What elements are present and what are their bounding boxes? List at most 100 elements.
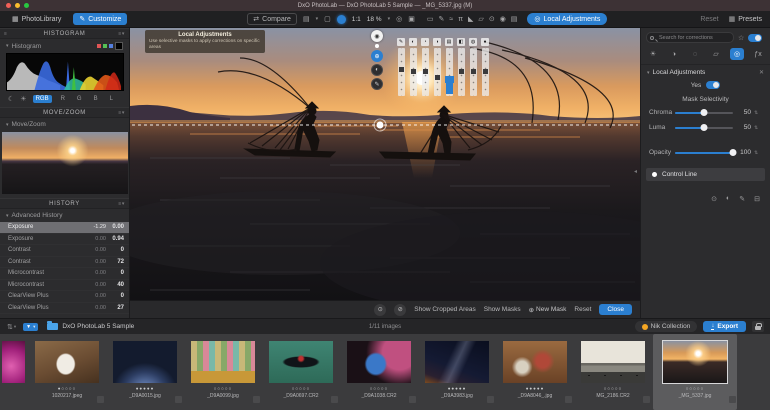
local-adjustments-toggle[interactable] bbox=[706, 81, 721, 89]
star-rating[interactable]: ○○○○○ bbox=[604, 386, 623, 392]
equalizer-slider[interactable]: ◧ bbox=[457, 38, 465, 96]
black-swatch-icon[interactable] bbox=[115, 42, 123, 50]
thumbnail-image[interactable] bbox=[347, 341, 411, 383]
histogram-palette-title[interactable]: ▾ Histogram bbox=[0, 39, 129, 52]
equalizer-slider[interactable]: ◑ bbox=[433, 38, 441, 96]
movezoom-panel-header[interactable]: MOVE/ZOOM ≡▾ bbox=[0, 107, 129, 118]
navigator-thumbnail[interactable] bbox=[2, 132, 128, 194]
corrections-toggle[interactable] bbox=[748, 33, 763, 42]
search-input[interactable] bbox=[659, 33, 731, 42]
star-rating[interactable]: ●●●●● bbox=[136, 386, 155, 392]
channel-button[interactable]: RGB bbox=[32, 95, 52, 103]
tab-customize[interactable]: ✎ Customize bbox=[73, 13, 128, 25]
history-row[interactable]: Microcontrast 0.00 40 bbox=[0, 280, 129, 291]
nik-collection-button[interactable]: Nik Collection bbox=[634, 321, 698, 332]
eye-off-icon[interactable]: ⊘ bbox=[394, 303, 407, 316]
thumbnail-image[interactable] bbox=[35, 341, 99, 383]
eye-icon[interactable]: ⊙ bbox=[374, 303, 387, 316]
filmstrip-thumbnail[interactable]: ○○○○○ _MG_5337.jpg bbox=[653, 334, 737, 410]
thumbnail-image[interactable] bbox=[662, 340, 728, 384]
zoom-value[interactable]: 18 % bbox=[367, 16, 382, 23]
mask-action-icon[interactable]: ✎ bbox=[739, 195, 745, 203]
tool-icon[interactable]: ▱ bbox=[478, 15, 483, 23]
slider-track[interactable] bbox=[397, 48, 405, 96]
equalizer-slider[interactable]: ◐ bbox=[409, 38, 417, 96]
collapse-left-icon[interactable]: ≡ bbox=[4, 31, 8, 37]
favorites-icon[interactable]: ☆ bbox=[738, 34, 744, 42]
thumbnail-image[interactable] bbox=[425, 341, 489, 383]
show-masks-button[interactable]: Show Masks bbox=[484, 306, 521, 313]
thumbnail-image[interactable] bbox=[2, 341, 25, 383]
palette-tab[interactable]: ƒx bbox=[751, 48, 765, 60]
thumbnail-image[interactable] bbox=[113, 341, 177, 383]
tool-icon[interactable]: ◣ bbox=[468, 15, 473, 23]
star-rating[interactable]: ○○○○○ bbox=[686, 386, 705, 392]
star-rating[interactable]: ●●●●● bbox=[448, 386, 467, 392]
history-row[interactable]: Microcontrast 0.00 0 bbox=[0, 268, 129, 280]
history-row[interactable]: Exposure 0.00 0.94 bbox=[0, 234, 129, 245]
filmstrip-thumbnail[interactable]: ○○○○○ _D9A0099.jpg bbox=[185, 334, 261, 410]
reset-button[interactable]: Reset bbox=[700, 16, 718, 23]
slider-handle[interactable] bbox=[410, 69, 416, 75]
mask-action-icon[interactable]: ⊟ bbox=[754, 195, 760, 203]
filmstrip-thumbnail[interactable]: ●●●●● _D9A0015.jpg bbox=[107, 334, 183, 410]
channel-button[interactable]: B bbox=[91, 95, 101, 103]
slider-reset-icon[interactable]: ⇅ bbox=[754, 110, 758, 116]
channel-button[interactable]: R bbox=[58, 95, 68, 103]
history-row[interactable]: Contrast 0.00 72 bbox=[0, 257, 129, 268]
slider-handle[interactable] bbox=[422, 69, 428, 75]
equalizer-slider[interactable]: ▤ bbox=[444, 38, 454, 96]
filmstrip-thumbnail[interactable]: ○○○○○ MG_2186.CR2 bbox=[575, 334, 651, 410]
target-icon[interactable]: ◎ bbox=[396, 15, 402, 23]
control-line-mask-item[interactable]: Control Line bbox=[646, 168, 765, 181]
local-adjustments-button[interactable]: ◎ Local Adjustments bbox=[527, 13, 608, 25]
palette-tab[interactable]: ◑ bbox=[667, 48, 681, 60]
view-mode-icon[interactable]: ▤ bbox=[303, 15, 310, 23]
zoom-caret-icon[interactable]: ▾ bbox=[388, 16, 391, 22]
lock-icon[interactable] bbox=[752, 321, 764, 332]
palette-tab[interactable]: ☀ bbox=[646, 48, 660, 60]
panel-menu-icon[interactable]: ≡▾ bbox=[118, 201, 125, 207]
slider-track[interactable] bbox=[675, 109, 733, 116]
green-swatch-icon[interactable] bbox=[103, 44, 107, 48]
slider-track[interactable] bbox=[675, 149, 737, 156]
thumbnail-image[interactable] bbox=[581, 341, 645, 383]
thumbnail-image[interactable] bbox=[503, 341, 567, 383]
slider-handle[interactable] bbox=[444, 75, 454, 83]
palette-tab[interactable]: ▱ bbox=[709, 48, 723, 60]
highlight-clipping-icon[interactable]: ☀ bbox=[20, 95, 26, 103]
history-panel-header[interactable]: HISTORY ≡▾ bbox=[0, 198, 129, 209]
collapse-panel-icon[interactable]: ◂ bbox=[634, 168, 637, 175]
show-cropped-areas-button[interactable]: Show Cropped Areas bbox=[414, 306, 475, 313]
slider-handle[interactable] bbox=[398, 67, 404, 73]
slider-track[interactable] bbox=[421, 48, 429, 96]
slider-knob[interactable] bbox=[729, 149, 737, 156]
channel-button[interactable]: G bbox=[74, 95, 85, 103]
current-folder-label[interactable]: DxO PhotoLab 5 Sample bbox=[62, 323, 134, 330]
slider-reset-icon[interactable]: ⇅ bbox=[754, 150, 758, 156]
trash-icon[interactable]: ▣ bbox=[408, 15, 415, 23]
sort-caret-icon[interactable]: ▾ bbox=[14, 324, 16, 330]
palette-tab[interactable]: ◎ bbox=[730, 48, 744, 60]
equalizer-slider[interactable]: ✎ bbox=[397, 38, 405, 96]
slider-track[interactable] bbox=[457, 48, 465, 96]
history-row[interactable]: ClearView Plus 0.00 27 bbox=[0, 303, 129, 314]
slider-handle[interactable] bbox=[482, 69, 488, 75]
history-row[interactable]: Contrast 0.00 0 bbox=[0, 245, 129, 257]
thumbnail-image[interactable] bbox=[269, 341, 333, 383]
zoom-1to1-button[interactable]: 1:1 bbox=[352, 16, 361, 23]
star-rating[interactable]: ○○○○○ bbox=[292, 386, 311, 392]
panel-menu-icon[interactable]: ≡▾ bbox=[118, 31, 125, 37]
blue-swatch-icon[interactable] bbox=[109, 44, 113, 48]
fit-zoom-icon[interactable] bbox=[336, 14, 346, 24]
equalizer-button[interactable] bbox=[375, 44, 379, 48]
slider-track[interactable] bbox=[675, 124, 733, 131]
slider-track[interactable] bbox=[409, 48, 417, 96]
slider-handle[interactable] bbox=[434, 74, 440, 80]
image-viewer[interactable]: Local Adjustments Use selective masks to… bbox=[130, 28, 640, 300]
history-row[interactable]: ClearView Plus 0.00 0 bbox=[0, 291, 129, 303]
channel-button[interactable]: L bbox=[107, 95, 116, 103]
slider-knob[interactable] bbox=[700, 124, 708, 131]
slider-track[interactable] bbox=[469, 48, 477, 96]
tool-icon[interactable]: ⊙ bbox=[489, 15, 495, 23]
